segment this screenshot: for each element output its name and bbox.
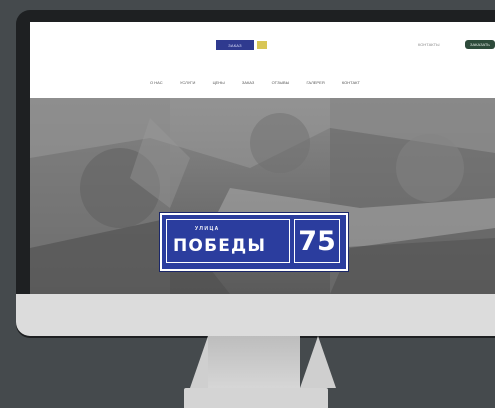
nav-item[interactable]: ЦЕНЫ [213, 80, 225, 85]
nav-item[interactable]: ОТЗЫВЫ [272, 80, 290, 85]
street-sign-type: УЛИЦА [195, 226, 220, 232]
hero-banner: УЛИЦА ПОБЕДЫ 75 [30, 98, 495, 294]
nav-item[interactable]: ЗАКАЗ [242, 80, 254, 85]
header-contact-link[interactable]: КОНТАКТЫ [418, 42, 440, 47]
nav-item[interactable]: КОНТАКТ [342, 80, 360, 85]
street-sign-name-panel: УЛИЦА ПОБЕДЫ [166, 219, 290, 263]
nav-item[interactable]: О НАС [150, 80, 163, 85]
monitor-stand [208, 336, 300, 388]
street-sign-number-panel: 75 [294, 219, 340, 263]
monitor-stand-right [300, 336, 336, 388]
street-sign-number: 75 [298, 225, 336, 257]
street-sign: УЛИЦА ПОБЕДЫ 75 [160, 213, 348, 271]
monitor-screen: ЗАКАЗ КОНТАКТЫ ЗАКАЗАТЬ О НАС УСЛУГИ ЦЕН… [30, 22, 495, 294]
main-nav: О НАС УСЛУГИ ЦЕНЫ ЗАКАЗ ОТЗЫВЫ ГАЛЕРЕЯ К… [150, 80, 360, 85]
desktop-mockup: ЗАКАЗ КОНТАКТЫ ЗАКАЗАТЬ О НАС УСЛУГИ ЦЕН… [0, 0, 495, 408]
logo-text: ЗАКАЗ [228, 42, 242, 48]
monitor-stand-base [184, 388, 328, 408]
nav-item[interactable]: ГАЛЕРЕЯ [306, 80, 324, 85]
monitor-frame: ЗАКАЗ КОНТАКТЫ ЗАКАЗАТЬ О НАС УСЛУГИ ЦЕН… [16, 10, 495, 338]
site-header: ЗАКАЗ КОНТАКТЫ ЗАКАЗАТЬ О НАС УСЛУГИ ЦЕН… [30, 22, 495, 96]
nav-item[interactable]: УСЛУГИ [180, 80, 196, 85]
site-logo[interactable]: ЗАКАЗ [216, 40, 254, 50]
street-sign-name: ПОБЕДЫ [173, 236, 267, 256]
header-cta-button[interactable]: ЗАКАЗАТЬ [465, 40, 495, 49]
logo-accent-icon [257, 41, 267, 49]
monitor-chin [16, 294, 495, 336]
